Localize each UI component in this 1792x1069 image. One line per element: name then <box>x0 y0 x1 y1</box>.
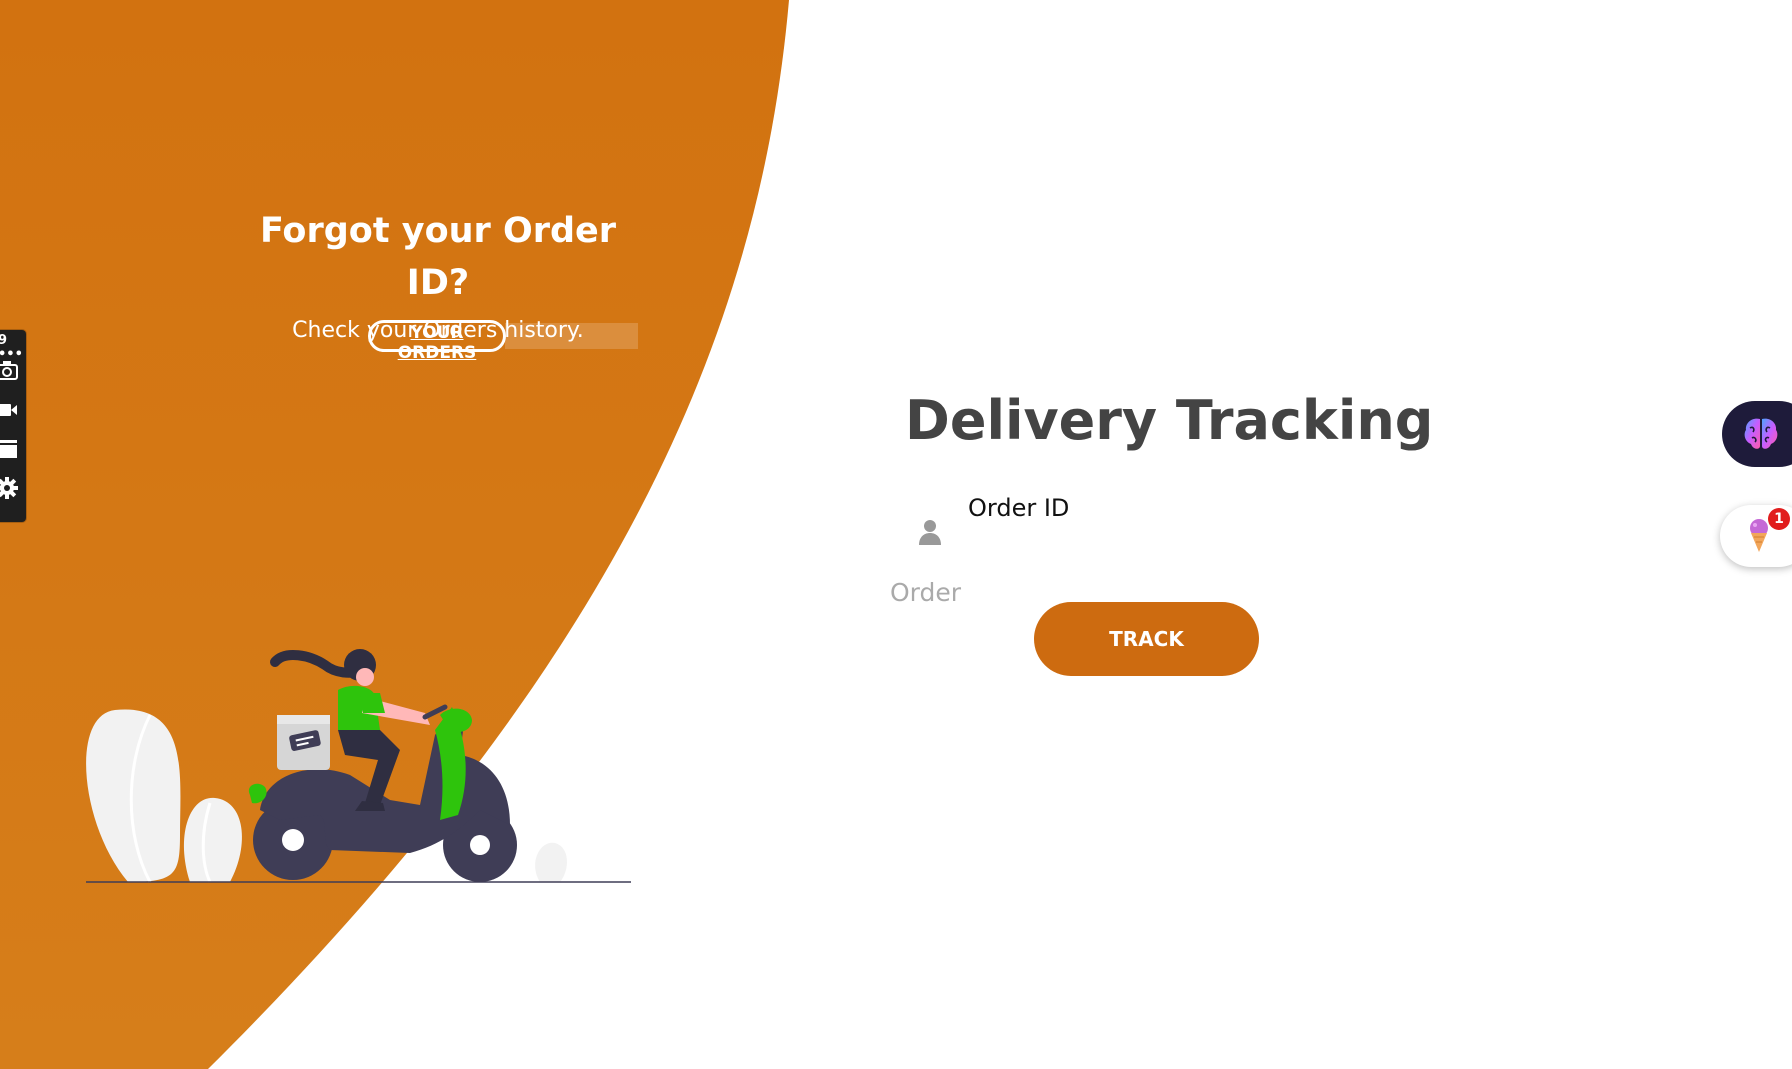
forgot-order-title: Forgot your Order ID? <box>259 211 617 303</box>
screenshot-toolbar: 9 ••• <box>0 330 26 522</box>
sprout-shape <box>535 842 567 882</box>
orders-highlight-strip <box>505 323 638 349</box>
notification-badge: 1 <box>1768 508 1790 530</box>
delivery-scooter-illustration <box>86 649 631 883</box>
gear-icon[interactable] <box>0 476 18 500</box>
video-icon[interactable] <box>0 398 18 422</box>
order-id-label: Order ID <box>968 494 1070 522</box>
brain-icon <box>1744 418 1778 449</box>
your-orders-row: YOUR ORDERS <box>368 320 638 363</box>
user-icon <box>919 520 941 545</box>
window-icon[interactable] <box>0 437 18 461</box>
your-orders-button[interactable]: YOUR ORDERS <box>368 320 506 363</box>
small-leaf-shape <box>184 797 242 882</box>
track-button[interactable]: TRACK <box>1034 602 1259 676</box>
ice-cream-extension-widget[interactable]: 1 <box>1720 505 1792 567</box>
camera-icon[interactable] <box>0 358 18 382</box>
brain-extension-widget[interactable] <box>1722 401 1792 467</box>
page-title: Delivery Tracking <box>905 389 1434 452</box>
orange-background-shape <box>0 0 789 1069</box>
leaf-shape <box>86 709 181 882</box>
